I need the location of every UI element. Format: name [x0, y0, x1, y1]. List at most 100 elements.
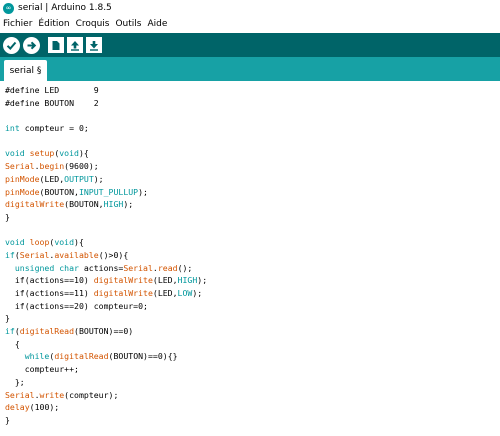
arrow-right-icon [27, 41, 37, 49]
code-token: ); [197, 275, 208, 286]
upload-button[interactable] [23, 36, 40, 54]
code-line[interactable]: }; [5, 376, 207, 389]
code-line[interactable]: void setup(void){ [5, 147, 207, 160]
code-token: (LED, [152, 288, 178, 298]
code-token: int [5, 123, 20, 134]
code-line[interactable]: delay(100); [5, 401, 207, 414]
code-token: digitalRead [19, 326, 75, 337]
code-line[interactable]: compteur++; [5, 363, 207, 376]
code-line[interactable]: if(actions==20) compteur=0; [5, 300, 207, 313]
code-line[interactable]: Serial.write(compteur); [5, 389, 207, 402]
new-file-icon [52, 40, 60, 50]
code-line[interactable]: pinMode(LED,OUTPUT); [5, 173, 207, 186]
code-token: begin [39, 161, 65, 172]
code-line[interactable]: void loop(void){ [5, 236, 207, 249]
code-token: void [54, 237, 75, 248]
code-token: } [5, 211, 10, 222]
code-line[interactable] [5, 224, 207, 237]
code-line[interactable]: { [5, 338, 207, 351]
menu-croquis[interactable]: Croquis [73, 19, 113, 29]
code-token: void [59, 148, 79, 159]
code-token: #define LED 9 [5, 85, 99, 95]
save-button[interactable] [86, 37, 102, 53]
code-token: loop [29, 237, 50, 248]
tab-label: serial § [9, 65, 42, 76]
code-token: Serial [5, 161, 35, 172]
code-token: while [24, 351, 50, 362]
code-line[interactable]: while(digitalRead(BOUTON)==0){} [5, 350, 207, 363]
code-line[interactable]: digitalWrite(BOUTON,HIGH); [5, 198, 207, 211]
code-token: ){ [74, 237, 84, 248]
code-token: } [5, 414, 10, 425]
code-line[interactable]: int compteur = 0; [5, 122, 207, 135]
code-token: (); [177, 262, 193, 273]
code-line[interactable] [5, 135, 207, 148]
code-token: #define BOUTON 2 [5, 97, 99, 108]
code-line[interactable]: } [5, 211, 207, 224]
code-token: void [5, 237, 25, 248]
menu-bar: Fichier Édition Croquis Outils Aide [0, 16, 500, 32]
code-editor[interactable]: #define LED 9 #define BOUTON 2 int compte… [0, 81, 500, 436]
code-content[interactable]: #define LED 9 #define BOUTON 2 int compte… [5, 84, 207, 427]
code-token: INPUT_PULLUP [78, 186, 139, 197]
code-line[interactable]: #define BOUTON 2 [5, 97, 207, 110]
code-token: unsigned [14, 262, 55, 273]
code-token: HIGH [177, 275, 198, 286]
code-token: (BOUTON)==0) [74, 326, 134, 337]
code-token: Serial [19, 249, 50, 260]
code-line[interactable]: Serial.begin(9600); [5, 160, 207, 173]
code-token: (LED, [152, 275, 178, 286]
code-line[interactable] [5, 109, 207, 122]
code-token: digitalWrite [93, 288, 153, 298]
code-token: compteur = 0; [19, 123, 89, 134]
menu-edition[interactable]: Édition [35, 19, 72, 29]
code-line[interactable]: } [5, 414, 207, 427]
code-token: } [5, 313, 10, 324]
code-token: if(actions==10) [5, 275, 94, 286]
arduino-logo-icon: ∞ [3, 2, 14, 14]
new-button[interactable] [48, 37, 64, 53]
code-token: HIGH [103, 199, 124, 210]
code-token: (compteur); [64, 389, 119, 400]
menu-aide[interactable]: Aide [144, 19, 170, 29]
menu-outils[interactable]: Outils [112, 19, 144, 29]
code-token: (LED, [39, 173, 65, 184]
arrow-down-icon [90, 40, 98, 51]
code-line[interactable]: unsigned char actions=Serial.read(); [5, 262, 207, 275]
code-token: Serial [123, 262, 153, 273]
menu-fichier[interactable]: Fichier [0, 19, 35, 29]
code-token: (9600); [64, 161, 99, 172]
code-token: read [157, 262, 178, 273]
code-line[interactable]: } [5, 312, 207, 325]
code-token: if(actions==20) compteur=0; [5, 300, 148, 311]
code-line[interactable]: if(actions==11) digitalWrite(LED,LOW); [5, 287, 207, 300]
code-line[interactable]: pinMode(BOUTON,INPUT_PULLUP); [5, 186, 207, 199]
code-token: ()>0){ [98, 249, 129, 260]
code-token: digitalRead [54, 351, 109, 362]
code-token: delay [5, 402, 30, 413]
code-token: pinMode [5, 186, 40, 197]
code-token: if(actions==11) [5, 288, 94, 298]
code-token: Serial [5, 389, 35, 400]
code-token: if [5, 326, 15, 337]
tab-serial[interactable]: serial § [4, 60, 47, 81]
code-token: setup [29, 148, 55, 159]
code-token: ){ [78, 148, 89, 159]
title-bar: ∞ serial | Arduino 1.8.5 [0, 0, 500, 16]
open-button[interactable] [67, 37, 83, 53]
code-token: actions= [78, 262, 124, 273]
code-token: digitalWrite [93, 275, 153, 286]
check-icon [6, 41, 17, 50]
code-token: }; [5, 376, 25, 387]
code-token: void [5, 148, 25, 159]
code-token: digitalWrite [5, 199, 65, 210]
code-line[interactable]: if(Serial.available()>0){ [5, 249, 207, 262]
verify-button[interactable] [3, 36, 20, 54]
code-token: ); [138, 186, 148, 197]
code-line[interactable]: #define LED 9 [5, 84, 207, 97]
code-token: ); [93, 173, 104, 184]
code-token: OUTPUT [64, 173, 94, 184]
code-token: (BOUTON)==0){} [108, 351, 178, 362]
code-line[interactable]: if(digitalRead(BOUTON)==0) [5, 325, 207, 338]
code-line[interactable]: if(actions==10) digitalWrite(LED,HIGH); [5, 274, 207, 287]
